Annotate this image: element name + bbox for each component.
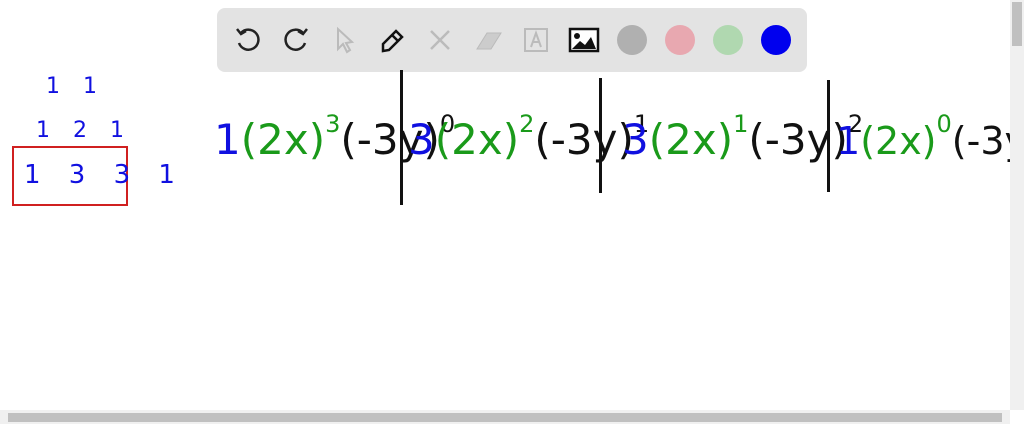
tools-icon[interactable] — [423, 23, 457, 57]
pascal-row-3: 1 3 3 1 — [24, 160, 185, 190]
horizontal-scroll-thumb[interactable] — [8, 413, 1002, 422]
undo-icon[interactable] — [231, 23, 265, 57]
color-gray[interactable] — [615, 23, 649, 57]
term-2: 3(2x)2(-3y)1 — [408, 110, 650, 164]
divider — [827, 80, 830, 192]
horizontal-scrollbar[interactable] — [0, 410, 1010, 424]
vertical-scrollbar[interactable] — [1010, 0, 1024, 410]
pen-icon[interactable] — [375, 23, 409, 57]
toolbar — [217, 8, 807, 72]
color-blue-selected[interactable] — [759, 23, 793, 57]
divider — [599, 78, 602, 193]
color-pink[interactable] — [663, 23, 697, 57]
text-tool-icon[interactable] — [519, 23, 553, 57]
select-pointer-icon[interactable] — [327, 23, 361, 57]
pascal-row-1: 1 1 — [46, 74, 105, 99]
redo-icon[interactable] — [279, 23, 313, 57]
vertical-scroll-thumb[interactable] — [1012, 2, 1022, 46]
eraser-icon[interactable] — [471, 23, 505, 57]
color-green[interactable] — [711, 23, 745, 57]
divider — [400, 70, 403, 205]
image-icon[interactable] — [567, 23, 601, 57]
pascal-row-2: 1 2 1 — [36, 118, 132, 143]
term-4: 1(2x)0(-3y)3 — [836, 110, 1024, 163]
